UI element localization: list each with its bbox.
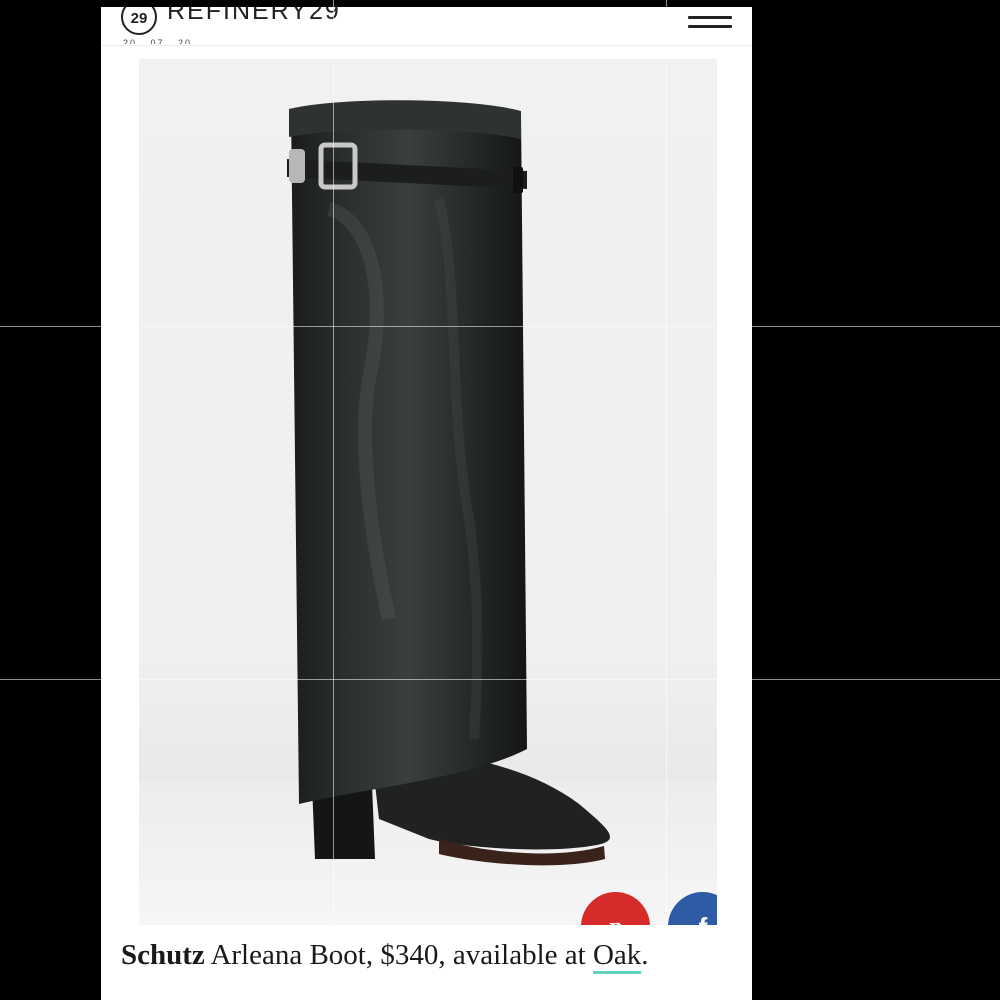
boot-photo: p f bbox=[139, 59, 717, 925]
retailer-link[interactable]: Oak bbox=[592, 939, 642, 974]
site-header: 29 REFINERY29 20 . 07 . 20 bbox=[101, 7, 752, 46]
logo-wordmark: REFINERY29 bbox=[167, 7, 341, 25]
article-date: 20 . 07 . 20 bbox=[123, 38, 193, 44]
facebook-icon: f bbox=[698, 913, 707, 926]
pinterest-icon: p bbox=[609, 914, 622, 926]
caption-text: Arleana Boot, $340, available at bbox=[204, 939, 593, 971]
r29-logo-icon: 29 bbox=[121, 7, 157, 35]
boot-illustration bbox=[139, 100, 717, 925]
svg-text:p: p bbox=[609, 914, 622, 926]
svg-text:f: f bbox=[698, 913, 707, 926]
caption-end: . bbox=[641, 939, 649, 971]
caption-brand: Schutz bbox=[121, 939, 205, 971]
top-black-bar bbox=[0, 0, 1000, 7]
photo-caption: Schutz Arleana Boot, $340, available at … bbox=[121, 939, 741, 974]
site-logo[interactable]: 29 REFINERY29 bbox=[119, 7, 341, 37]
svg-text:29: 29 bbox=[131, 10, 148, 27]
article-page: 29 REFINERY29 20 . 07 . 20 Schutz Arlean… bbox=[101, 7, 752, 1000]
hamburger-menu-icon[interactable] bbox=[688, 12, 732, 38]
